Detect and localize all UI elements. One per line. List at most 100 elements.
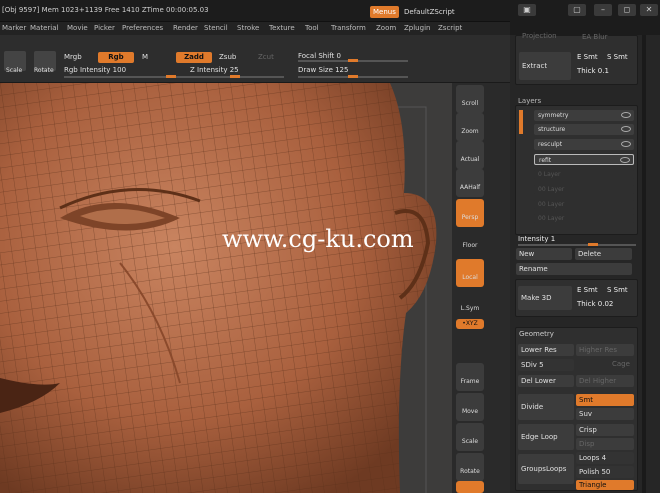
crisp-toggle[interactable]: Crisp (576, 424, 634, 436)
higher-res-button[interactable]: Higher Res (576, 344, 634, 356)
make3d-section: Make 3D E Smt S Smt Thick 0.02 (515, 279, 638, 317)
disp-toggle[interactable]: Disp (576, 438, 634, 450)
edge-loop-button[interactable]: Edge Loop (518, 424, 574, 450)
menus-button[interactable]: Menus (370, 6, 399, 18)
z-intensity-label[interactable]: Z Intensity 25 (190, 66, 239, 74)
draw-size-label[interactable]: Draw Size 125 (298, 66, 348, 74)
menu-movie[interactable]: Movie (67, 24, 88, 32)
zsub-button[interactable]: Zsub (219, 53, 236, 61)
scroll-icon[interactable] (456, 85, 484, 113)
m-button[interactable]: M (142, 53, 148, 61)
zoom-label: Zoom (461, 128, 479, 135)
del-lower-button[interactable]: Del Lower (518, 375, 574, 387)
menu-zplugin[interactable]: Zplugin (404, 24, 430, 32)
extract-thick[interactable]: Thick 0.1 (577, 67, 609, 75)
scale-icon[interactable] (456, 423, 484, 451)
menu-preferences[interactable]: Preferences (122, 24, 163, 32)
triangle-toggle[interactable]: Triangle (576, 480, 634, 490)
new-layer-button[interactable]: New (516, 248, 572, 260)
menu-tool[interactable]: Tool (305, 24, 319, 32)
rgb-button[interactable]: Rgb (98, 52, 134, 63)
menu-material[interactable]: Material (30, 24, 58, 32)
layer-empty[interactable]: 00 Layer (534, 199, 634, 210)
zadd-button[interactable]: Zadd (176, 52, 212, 63)
menu-transform[interactable]: Transform (331, 24, 366, 32)
menu-zscript[interactable]: Zscript (438, 24, 462, 32)
menu-zoom[interactable]: Zoom (376, 24, 396, 32)
lsym-label: L.Sym (460, 305, 480, 312)
menu-render[interactable]: Render (173, 24, 198, 32)
focal-shift-label[interactable]: Focal Shift 0 (298, 52, 341, 60)
z-intensity-slider[interactable] (176, 75, 284, 78)
move-icon[interactable] (456, 393, 484, 421)
divide-button[interactable]: Divide (518, 394, 574, 420)
smt-toggle[interactable]: Smt (576, 394, 634, 406)
layer-structure[interactable]: structure (534, 124, 634, 135)
make3d-s-smt[interactable]: S Smt (607, 286, 628, 294)
maximize-icon[interactable]: ◻ (618, 4, 636, 16)
draw-size-slider[interactable] (298, 75, 408, 78)
menu-stroke[interactable]: Stroke (237, 24, 259, 32)
cage-button[interactable]: Cage (612, 360, 630, 368)
frame-icon[interactable] (456, 363, 484, 391)
zcut-button[interactable]: Zcut (258, 53, 274, 61)
sdiv-slider[interactable]: SDiv 5 (518, 359, 574, 371)
rename-layer-button[interactable]: Rename (516, 263, 632, 275)
layer-resculpt[interactable]: resculpt (534, 139, 634, 150)
make3d-thick[interactable]: Thick 0.02 (577, 300, 613, 308)
layer-empty[interactable]: 0 Layer (534, 169, 634, 180)
palette-scrollbar[interactable] (642, 35, 646, 493)
lock-layout-icon[interactable]: ▢ (568, 4, 586, 16)
rotate-label: Rotate (34, 67, 54, 74)
groups-loops-button[interactable]: GroupsLoops (518, 454, 574, 484)
eye-icon[interactable] (621, 126, 631, 132)
layer-symmetry[interactable]: symmetry (534, 110, 634, 121)
close-icon[interactable]: ✕ (640, 4, 658, 16)
zoom-icon[interactable] (456, 113, 484, 141)
aahalf-icon[interactable] (456, 169, 484, 197)
make3d-e-smt[interactable]: E Smt (577, 286, 598, 294)
tool-palette: Projection EA Blur Extract E Smt S Smt T… (510, 32, 660, 493)
local-label: Local (462, 274, 478, 281)
menu-picker[interactable]: Picker (94, 24, 115, 32)
focal-shift-slider[interactable] (298, 59, 408, 62)
layer-empty[interactable]: 00 Layer (534, 184, 634, 195)
rotate-icon[interactable] (456, 453, 484, 481)
extract-e-smt[interactable]: E Smt (577, 53, 598, 61)
eye-icon[interactable] (620, 157, 630, 163)
rgb-intensity-label[interactable]: Rgb Intensity 100 (64, 66, 126, 74)
local-icon[interactable] (456, 259, 484, 287)
aahalf-label: AAHalf (459, 184, 481, 191)
layers-title[interactable]: Layers (518, 97, 541, 105)
menu-stencil[interactable]: Stencil (204, 24, 228, 32)
eye-icon[interactable] (621, 141, 631, 147)
eye-icon[interactable] (621, 112, 631, 118)
extract-s-smt[interactable]: S Smt (607, 53, 628, 61)
lock-icon[interactable]: ▣ (518, 4, 536, 16)
mrgb-button[interactable]: Mrgb (64, 53, 82, 61)
geometry-title[interactable]: Geometry (519, 330, 554, 338)
persp-icon[interactable] (456, 199, 484, 227)
lower-res-button[interactable]: Lower Res (518, 344, 574, 356)
polish-slider[interactable]: Polish 50 (576, 466, 634, 478)
delete-layer-button[interactable]: Delete (575, 248, 632, 260)
loops-slider[interactable]: Loops 4 (576, 452, 634, 464)
default-zscript-button[interactable]: DefaultZScript (401, 6, 458, 18)
menu-texture[interactable]: Texture (269, 24, 295, 32)
layer-intensity-slider[interactable] (518, 243, 636, 246)
layer-refit[interactable]: refit (534, 154, 634, 165)
minimize-icon[interactable]: – (594, 4, 612, 16)
layer-intensity[interactable]: Intensity 1 (518, 235, 555, 243)
menu-bar: Marker Material Movie Picker Preferences… (0, 22, 510, 35)
layer-empty[interactable]: 00 Layer (534, 213, 634, 224)
extract-button[interactable]: Extract (519, 52, 571, 80)
rgb-intensity-slider[interactable] (64, 75, 176, 78)
layers-scrollbar[interactable] (519, 110, 523, 134)
make-3d-button[interactable]: Make 3D (518, 286, 572, 310)
menu-marker[interactable]: Marker (2, 24, 26, 32)
suv-toggle[interactable]: Suv (576, 408, 634, 420)
polyframe-icon[interactable] (456, 481, 484, 493)
canvas-viewport[interactable]: www.cg-ku.com (0, 83, 452, 493)
del-higher-button[interactable]: Del Higher (576, 375, 634, 387)
actual-icon[interactable] (456, 141, 484, 169)
